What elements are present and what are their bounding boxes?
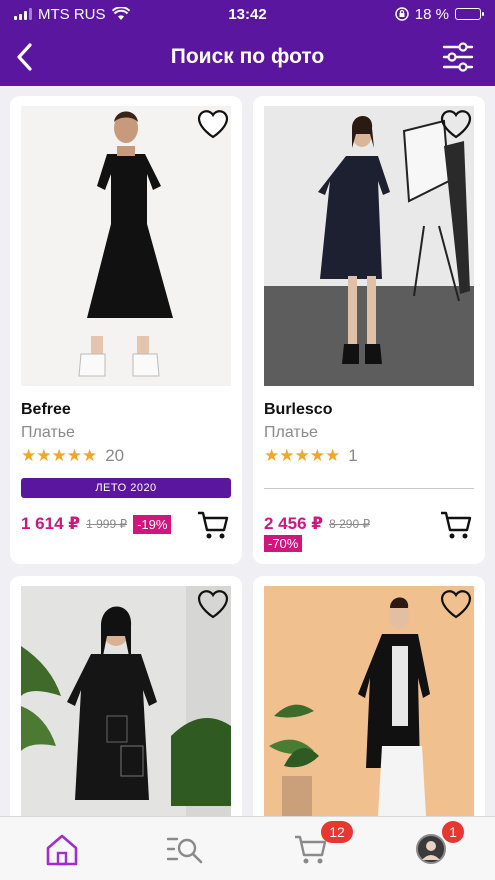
home-icon[interactable] xyxy=(42,831,82,867)
review-count: 20 xyxy=(105,446,125,465)
battery-percent: 18 % xyxy=(414,5,449,23)
product-grid: Befree Платье ★★★★★ 20 ЛЕТО 2020 1 614 ₽… xyxy=(0,86,495,816)
star-rating: ★★★★★ xyxy=(21,446,98,465)
current-price: 1 614 ₽ xyxy=(21,514,81,533)
product-card-befree[interactable]: Befree Платье ★★★★★ 20 ЛЕТО 2020 1 614 ₽… xyxy=(10,96,242,564)
battery-icon xyxy=(455,8,484,20)
divider xyxy=(264,488,474,489)
wifi-icon xyxy=(111,7,130,20)
old-price: 1 999 ₽ xyxy=(86,517,128,531)
header-bar: Поиск по фото xyxy=(0,28,495,86)
status-bar: MTS RUS 13:42 18 % xyxy=(0,0,495,28)
heart-icon[interactable] xyxy=(439,108,473,140)
product-rating: ★★★★★ 1 xyxy=(264,446,358,466)
collection-tag: ЛЕТО 2020 xyxy=(21,478,231,498)
product-photo[interactable] xyxy=(264,586,474,816)
cart-icon[interactable] xyxy=(196,509,230,541)
discount-badge: -19% xyxy=(133,514,172,534)
rotation-lock-icon xyxy=(395,7,409,21)
discount-badge: -70% xyxy=(264,535,303,552)
tab-bar: 12 1 xyxy=(0,816,495,880)
product-photo[interactable] xyxy=(264,106,474,386)
profile-tab[interactable] xyxy=(415,833,447,865)
avatar-icon xyxy=(416,834,446,864)
heart-icon[interactable] xyxy=(196,588,230,620)
product-card[interactable] xyxy=(253,576,485,816)
profile-badge: 1 xyxy=(442,821,464,843)
search-list-icon[interactable] xyxy=(165,831,205,867)
product-rating: ★★★★★ 20 xyxy=(21,446,124,466)
cart-badge: 12 xyxy=(321,821,353,843)
product-card-burlesco[interactable]: Burlesco Платье ★★★★★ 1 2 456 ₽ 8 290 ₽ … xyxy=(253,96,485,564)
product-brand: Befree xyxy=(21,401,71,418)
sliders-icon[interactable] xyxy=(441,41,475,73)
product-card[interactable] xyxy=(10,576,242,816)
signal-icon xyxy=(14,8,32,20)
price-row: 1 614 ₽ 1 999 ₽ -19% xyxy=(21,514,172,534)
old-price: 8 290 ₽ xyxy=(329,517,371,531)
back-button[interactable] xyxy=(8,40,42,74)
clock: 13:42 xyxy=(228,5,267,23)
carrier-name: MTS RUS xyxy=(38,5,106,23)
product-photo[interactable] xyxy=(21,106,231,386)
current-price: 2 456 ₽ xyxy=(264,514,324,533)
star-rating: ★★★★★ xyxy=(264,446,341,465)
product-photo[interactable] xyxy=(21,586,231,816)
review-count: 1 xyxy=(348,446,358,465)
heart-icon[interactable] xyxy=(439,588,473,620)
product-brand: Burlesco xyxy=(264,401,333,418)
product-category: Платье xyxy=(264,424,318,441)
product-category: Платье xyxy=(21,424,75,441)
heart-icon[interactable] xyxy=(196,108,230,140)
chevron-left-icon xyxy=(17,43,32,71)
page-title: Поиск по фото xyxy=(170,45,325,68)
price-row: 2 456 ₽ 8 290 ₽ xyxy=(264,514,370,534)
cart-icon[interactable] xyxy=(439,509,473,541)
